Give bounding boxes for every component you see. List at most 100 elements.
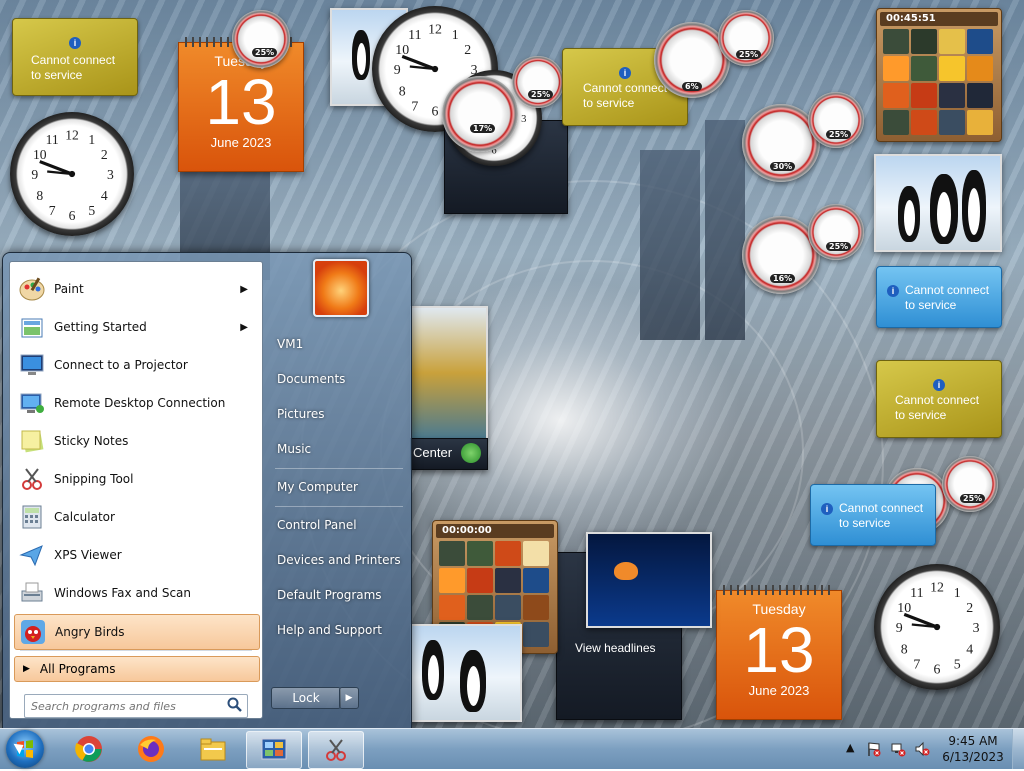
svg-text:9: 9 (896, 620, 903, 635)
svg-text:6: 6 (69, 208, 76, 223)
getting-started-icon (16, 311, 48, 343)
weather-gadget[interactable]: i Cannot connect to service (810, 484, 936, 546)
start-link-help-support[interactable]: Help and Support (277, 623, 382, 637)
volume-muted-icon[interactable] (914, 741, 930, 757)
menu-separator (275, 468, 403, 469)
start-link-my-computer[interactable]: My Computer (277, 480, 358, 494)
cpu-meter-gadget[interactable]: 25% (718, 10, 774, 66)
clock-face-icon: 12 3 6 9 12 45 78 1011 (31, 127, 114, 223)
weather-gadget[interactable]: i Cannot connect to service (876, 360, 1002, 438)
taskbar-firefox[interactable] (124, 731, 178, 767)
start-item-snipping-tool[interactable]: Snipping Tool (14, 462, 258, 496)
media-center-bar[interactable]: Center (410, 438, 488, 470)
taskbar-chrome[interactable] (62, 731, 116, 767)
start-item-label: Angry Birds (55, 625, 125, 639)
cpu-meter-gadget[interactable]: 17% (442, 76, 518, 152)
start-link-default-programs[interactable]: Default Programs (277, 588, 382, 602)
paint-icon (16, 273, 48, 305)
cpu-meter-gadget[interactable]: 25% (512, 56, 564, 108)
start-item-label: Windows Fax and Scan (54, 586, 192, 600)
penguin-image (930, 174, 958, 244)
weather-gadget[interactable]: i Cannot connect to service (876, 266, 1002, 328)
cpu-meter-gadget[interactable]: 25% (808, 92, 864, 148)
taskbar-gadgets[interactable] (246, 731, 302, 769)
puzzle-grid[interactable] (883, 29, 993, 135)
start-item-fax-scan[interactable]: Windows Fax and Scan (14, 576, 258, 610)
shutdown-options-arrow[interactable]: ▶ (339, 687, 359, 709)
start-link-pictures[interactable]: Pictures (277, 407, 325, 421)
network-icon[interactable] (890, 741, 906, 757)
action-center-flag-icon[interactable] (866, 741, 882, 757)
info-icon: i (933, 379, 945, 391)
slideshow-gadget[interactable] (874, 154, 1002, 252)
start-item-sticky-notes[interactable]: Sticky Notes (14, 424, 258, 458)
start-item-remote-desktop[interactable]: Remote Desktop Connection (14, 386, 258, 420)
start-search-input[interactable] (29, 697, 223, 715)
svg-text:10: 10 (395, 42, 409, 57)
building (705, 120, 745, 340)
user-picture-avatar[interactable] (313, 259, 369, 317)
svg-text:12: 12 (930, 580, 944, 595)
start-item-getting-started[interactable]: Getting Started ▶ (14, 310, 258, 344)
calendar-gadget[interactable]: Tuesday 13 June 2023 (716, 585, 842, 720)
svg-text:6: 6 (432, 104, 439, 119)
clock-gadget[interactable]: 12369 1245 781011 (10, 112, 134, 236)
media-gadget[interactable] (410, 306, 488, 440)
start-link-vm1[interactable]: VM1 (277, 337, 303, 351)
start-item-label: Remote Desktop Connection (54, 396, 226, 410)
cpu-meter-value: 25% (960, 494, 986, 503)
cpu-meter-gadget[interactable]: 25% (232, 10, 290, 68)
submenu-arrow-icon: ▶ (240, 283, 248, 295)
svg-text:5: 5 (88, 203, 95, 218)
taskbar: ▲ 9:45 AM 6/13/2023 (0, 728, 1024, 769)
cpu-meter-value: 25% (826, 242, 852, 251)
start-item-label: Calculator (54, 510, 115, 524)
expand-arrow-icon: ▶ (23, 664, 30, 674)
start-menu-links-pane: VM1 Documents Pictures Music My Computer… (265, 253, 409, 723)
view-headlines-link[interactable]: View headlines (575, 641, 656, 655)
picture-puzzle-gadget[interactable]: 00:45:51 (876, 8, 1002, 142)
svg-text:3: 3 (107, 167, 114, 182)
windows-logo-icon (461, 443, 481, 463)
weather-message-line2: to service (31, 68, 83, 82)
slideshow-gadget[interactable] (586, 532, 712, 628)
start-item-connect-projector[interactable]: Connect to a Projector (14, 348, 258, 382)
cpu-meter-gadget[interactable]: 25% (808, 204, 864, 260)
start-item-calculator[interactable]: Calculator (14, 500, 258, 534)
lock-button[interactable]: Lock (271, 687, 341, 709)
start-item-angry-birds[interactable]: Angry Birds (14, 614, 260, 650)
start-link-devices-printers[interactable]: Devices and Printers (277, 553, 401, 567)
projector-icon (16, 349, 48, 381)
weather-message-line1: Cannot connect (905, 283, 990, 297)
start-search-box[interactable] (24, 694, 248, 718)
start-link-documents[interactable]: Documents (277, 372, 345, 386)
cpu-meter-value: 25% (736, 50, 762, 59)
search-icon[interactable] (227, 697, 243, 713)
show-desktop-button[interactable] (1012, 729, 1024, 769)
cpu-meter-gadget[interactable]: 25% (942, 456, 998, 512)
calendar-month-year: June 2023 (210, 135, 272, 150)
calendar-gadget[interactable]: Tuesday 13 June 2023 (178, 37, 304, 172)
penguin-image (352, 30, 370, 80)
start-link-control-panel[interactable]: Control Panel (277, 518, 357, 532)
calculator-icon (16, 501, 48, 533)
start-link-music[interactable]: Music (277, 442, 311, 456)
taskbar-snipping-tool[interactable] (308, 731, 364, 769)
all-programs-button[interactable]: ▶ All Programs (14, 656, 260, 682)
taskbar-time: 9:45 AM (948, 734, 998, 748)
clock-gadget[interactable]: 12369 1245 781011 (874, 564, 1000, 690)
weather-message-line2: to service (905, 298, 957, 312)
start-item-paint[interactable]: Paint ▶ (14, 272, 258, 306)
weather-gadget[interactable]: i Cannot connect to service (12, 18, 138, 96)
xps-viewer-icon (16, 539, 48, 571)
taskbar-file-explorer[interactable] (186, 731, 240, 767)
start-item-xps-viewer[interactable]: XPS Viewer (14, 538, 258, 572)
show-hidden-icons-arrow[interactable]: ▲ (846, 741, 854, 754)
weather-message-line1: Cannot connect (895, 393, 980, 407)
slideshow-gadget[interactable] (410, 624, 522, 722)
svg-text:4: 4 (966, 641, 973, 656)
cpu-meter-value: 25% (826, 130, 852, 139)
taskbar-clock[interactable]: 9:45 AM 6/13/2023 (938, 733, 1008, 765)
start-item-label: Connect to a Projector (54, 358, 188, 372)
info-icon: i (69, 37, 81, 49)
